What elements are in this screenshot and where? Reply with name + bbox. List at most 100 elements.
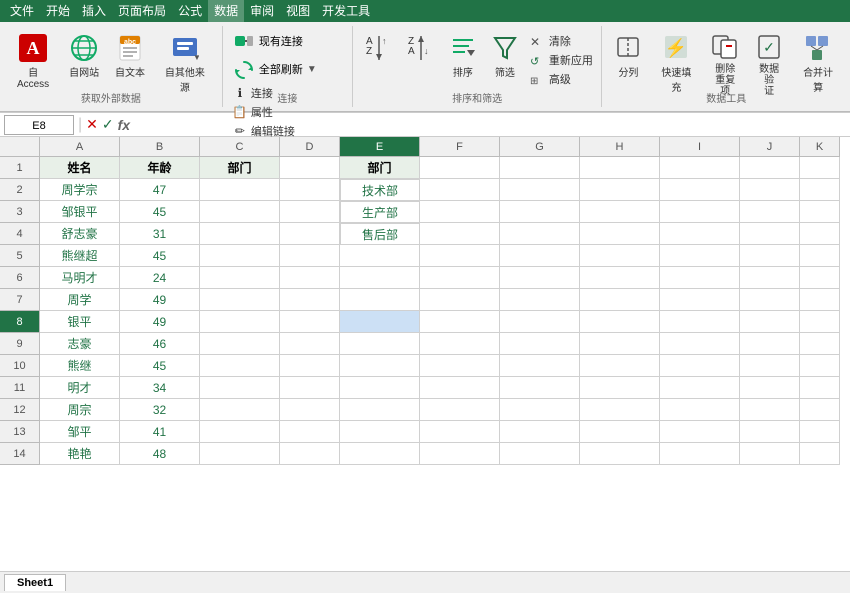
cell-k8[interactable] bbox=[800, 311, 840, 333]
cell-j4[interactable] bbox=[740, 223, 800, 245]
cell-c4[interactable] bbox=[200, 223, 280, 245]
cell-f6[interactable] bbox=[420, 267, 500, 289]
cell-k3[interactable] bbox=[800, 201, 840, 223]
cell-f13[interactable] bbox=[420, 421, 500, 443]
cell-d6[interactable] bbox=[280, 267, 340, 289]
ribbon-item-refresh-all[interactable]: 全部刷新 ▼ bbox=[229, 56, 321, 82]
cell-k10[interactable] bbox=[800, 355, 840, 377]
cell-k5[interactable] bbox=[800, 245, 840, 267]
cell-i14[interactable] bbox=[660, 443, 740, 465]
cell-a11[interactable]: 明才 bbox=[40, 377, 120, 399]
cell-c8[interactable] bbox=[200, 311, 280, 333]
cell-e13[interactable] bbox=[340, 421, 420, 443]
cell-d4[interactable] bbox=[280, 223, 340, 245]
cell-e8[interactable] bbox=[340, 311, 420, 333]
cell-f8[interactable] bbox=[420, 311, 500, 333]
cell-f2[interactable] bbox=[420, 179, 500, 201]
cell-f14[interactable] bbox=[420, 443, 500, 465]
cell-d14[interactable] bbox=[280, 443, 340, 465]
cell-h5[interactable] bbox=[580, 245, 660, 267]
cell-b9[interactable]: 46 bbox=[120, 333, 200, 355]
cell-j10[interactable] bbox=[740, 355, 800, 377]
cell-a4[interactable]: 舒志豪 bbox=[40, 223, 120, 245]
cell-g3[interactable] bbox=[500, 201, 580, 223]
cell-e4[interactable]: 售后部 bbox=[340, 223, 420, 245]
cell-g7[interactable] bbox=[500, 289, 580, 311]
ribbon-item-filter[interactable]: 筛选 bbox=[485, 28, 525, 83]
cell-h6[interactable] bbox=[580, 267, 660, 289]
col-header-c[interactable]: C bbox=[200, 137, 280, 157]
cell-b11[interactable]: 34 bbox=[120, 377, 200, 399]
col-header-h[interactable]: H bbox=[580, 137, 660, 157]
cell-i4[interactable] bbox=[660, 223, 740, 245]
ribbon-item-properties[interactable]: 📋 属性 bbox=[229, 103, 298, 121]
cell-b4[interactable]: 31 bbox=[120, 223, 200, 245]
cell-a3[interactable]: 邹银平 bbox=[40, 201, 120, 223]
cell-j2[interactable] bbox=[740, 179, 800, 201]
ribbon-item-other[interactable]: ▼ 自其他来源 bbox=[154, 28, 216, 98]
menu-data[interactable]: 数据 bbox=[208, 0, 244, 22]
row-header-14[interactable]: 14 bbox=[0, 443, 40, 465]
row-header-2[interactable]: 2 bbox=[0, 179, 40, 201]
cell-c10[interactable] bbox=[200, 355, 280, 377]
row-header-1[interactable]: 1 bbox=[0, 157, 40, 179]
cell-f3[interactable] bbox=[420, 201, 500, 223]
col-header-a[interactable]: A bbox=[40, 137, 120, 157]
confirm-formula-icon[interactable]: ✓ bbox=[102, 116, 114, 133]
cell-a12[interactable]: 周宗 bbox=[40, 399, 120, 421]
row-header-6[interactable]: 6 bbox=[0, 267, 40, 289]
cell-i6[interactable] bbox=[660, 267, 740, 289]
cell-d7[interactable] bbox=[280, 289, 340, 311]
cell-d9[interactable] bbox=[280, 333, 340, 355]
cell-g8[interactable] bbox=[500, 311, 580, 333]
cell-e3[interactable]: 生产部 bbox=[340, 201, 420, 223]
cell-f11[interactable] bbox=[420, 377, 500, 399]
menu-home[interactable]: 开始 bbox=[40, 0, 76, 22]
name-box[interactable]: E8 bbox=[4, 115, 74, 135]
cell-j5[interactable] bbox=[740, 245, 800, 267]
cell-i2[interactable] bbox=[660, 179, 740, 201]
cell-k12[interactable] bbox=[800, 399, 840, 421]
cell-b5[interactable]: 45 bbox=[120, 245, 200, 267]
sheet-tab-1[interactable]: Sheet1 bbox=[4, 574, 66, 591]
cell-i7[interactable] bbox=[660, 289, 740, 311]
cell-e11[interactable] bbox=[340, 377, 420, 399]
cell-h13[interactable] bbox=[580, 421, 660, 443]
menu-file[interactable]: 文件 bbox=[4, 0, 40, 22]
col-header-j[interactable]: J bbox=[740, 137, 800, 157]
cell-b14[interactable]: 48 bbox=[120, 443, 200, 465]
cell-k7[interactable] bbox=[800, 289, 840, 311]
cell-c7[interactable] bbox=[200, 289, 280, 311]
ribbon-item-web[interactable]: 自网站 bbox=[62, 28, 106, 83]
cell-c3[interactable] bbox=[200, 201, 280, 223]
cell-e7[interactable] bbox=[340, 289, 420, 311]
cell-c5[interactable] bbox=[200, 245, 280, 267]
cell-h4[interactable] bbox=[580, 223, 660, 245]
cell-b1[interactable]: 年龄 bbox=[120, 157, 200, 179]
cell-h12[interactable] bbox=[580, 399, 660, 421]
cell-h14[interactable] bbox=[580, 443, 660, 465]
ribbon-item-advanced[interactable]: ⊞ 高级 bbox=[527, 70, 596, 88]
cell-c6[interactable] bbox=[200, 267, 280, 289]
ribbon-item-consolidate[interactable]: 合并计算 bbox=[792, 28, 844, 98]
cell-h10[interactable] bbox=[580, 355, 660, 377]
cell-f9[interactable] bbox=[420, 333, 500, 355]
cell-k4[interactable] bbox=[800, 223, 840, 245]
cell-c14[interactable] bbox=[200, 443, 280, 465]
cancel-formula-icon[interactable]: ✕ bbox=[86, 116, 98, 133]
cell-g4[interactable] bbox=[500, 223, 580, 245]
cell-a2[interactable]: 周学宗 bbox=[40, 179, 120, 201]
cell-j13[interactable] bbox=[740, 421, 800, 443]
cell-b12[interactable]: 32 bbox=[120, 399, 200, 421]
cell-a5[interactable]: 熊继超 bbox=[40, 245, 120, 267]
cell-i10[interactable] bbox=[660, 355, 740, 377]
cell-k13[interactable] bbox=[800, 421, 840, 443]
ribbon-item-flash-fill[interactable]: ⚡ 快速填充 bbox=[650, 28, 702, 98]
cell-h2[interactable] bbox=[580, 179, 660, 201]
cell-k9[interactable] bbox=[800, 333, 840, 355]
ribbon-item-existing-connection[interactable]: 现有连接 bbox=[229, 28, 307, 54]
cell-j6[interactable] bbox=[740, 267, 800, 289]
cell-i3[interactable] bbox=[660, 201, 740, 223]
ribbon-item-access[interactable]: A 自Access bbox=[6, 28, 60, 94]
cell-a6[interactable]: 马明才 bbox=[40, 267, 120, 289]
